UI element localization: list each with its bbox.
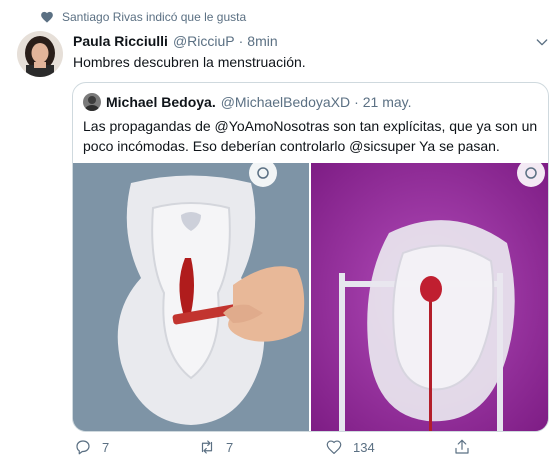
reply-button[interactable]: 7 bbox=[74, 438, 109, 456]
retweet-count: 7 bbox=[226, 439, 234, 455]
share-button[interactable] bbox=[453, 438, 481, 456]
reply-count: 7 bbox=[102, 439, 110, 455]
quote-author-handle: @MichaelBedoyaXD bbox=[220, 94, 351, 110]
author-handle[interactable]: @RicciuP bbox=[173, 33, 235, 49]
retweet-icon bbox=[201, 440, 213, 454]
quote-author-name: Michael Bedoya. bbox=[106, 94, 216, 110]
share-icon bbox=[455, 439, 469, 454]
like-button[interactable]: 134 bbox=[325, 438, 375, 456]
media-grid bbox=[73, 163, 548, 431]
social-context-text: Santiago Rivas indicó que le gusta bbox=[62, 10, 247, 24]
like-count: 134 bbox=[353, 439, 375, 455]
quote-header: Michael Bedoya. @MichaelBedoyaXD · 21 ma… bbox=[83, 93, 412, 111]
quote-avatar bbox=[83, 93, 101, 111]
reply-icon bbox=[76, 440, 90, 455]
media-image-right[interactable] bbox=[311, 163, 548, 431]
author-name[interactable]: Paula Ricciulli bbox=[73, 33, 168, 49]
quote-text: Las propagandas de @YoAmoNosotras son ta… bbox=[83, 118, 538, 154]
quoted-tweet[interactable]: Michael Bedoya. @MichaelBedoyaXD · 21 ma… bbox=[72, 82, 549, 432]
tweet-header: Paula Ricciulli @RicciuP · 8min bbox=[73, 33, 278, 49]
media-image-left[interactable] bbox=[73, 163, 309, 431]
heart-icon bbox=[40, 10, 54, 24]
social-context[interactable]: Santiago Rivas indicó que le gusta bbox=[40, 10, 246, 24]
tweet-actions: 7 7 134 bbox=[72, 438, 492, 460]
separator-dot: · bbox=[238, 33, 244, 49]
tweet-time[interactable]: 8min bbox=[247, 33, 277, 49]
quote-time: 21 may. bbox=[362, 94, 412, 110]
retweet-button[interactable]: 7 bbox=[198, 438, 233, 456]
avatar[interactable] bbox=[17, 31, 63, 77]
chevron-down-icon[interactable] bbox=[534, 34, 550, 50]
tweet-text: Hombres descubren la menstruación. bbox=[73, 54, 306, 70]
heart-outline-icon bbox=[326, 440, 342, 454]
quote-separator-dot: · bbox=[354, 94, 359, 110]
